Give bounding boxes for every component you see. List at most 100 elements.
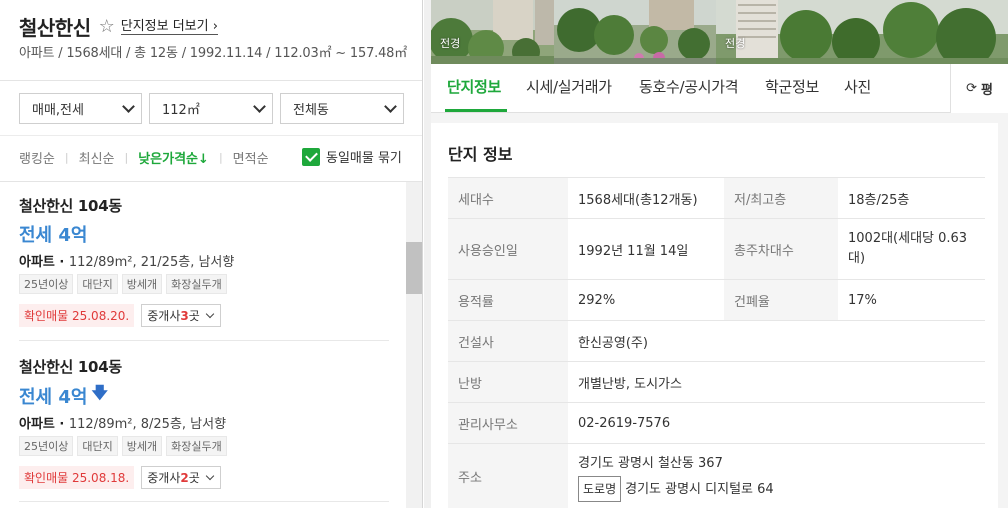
complex-summary: 아파트 / 1568세대 / 총 12동 / 1992.11.14 / 112.… [19, 46, 408, 61]
tag: 대단지 [77, 274, 118, 294]
photo-strip: 전경 전경 [431, 0, 1008, 64]
building-value: 전체동 [293, 103, 329, 118]
info-key: 주소 [448, 443, 568, 508]
apartment-photo-image [716, 0, 1008, 64]
chevron-down-icon [122, 99, 135, 113]
bundle-toggle[interactable]: 동일매물 묶기 [302, 147, 402, 166]
complex-info-table: 세대수 1568세대(총12개동) 저/최고층 18층/25층 사용승인일 19… [448, 177, 985, 508]
listing-spec: 아파트 · 112/89m², 8/25층, 남서향 [19, 413, 389, 432]
bundle-label: 동일매물 묶기 [326, 151, 402, 166]
list-item[interactable]: 철산한신 104동 전세 4억 🡇 아파트 · 112/89m², 8/25층, … [19, 356, 389, 489]
listing-panel: 철산한신 ☆ 단지정보 더보기 › 아파트 / 1568세대 / 총 12동 /… [0, 0, 423, 508]
road-address: 경기도 광명시 디지털로 64 [625, 481, 774, 497]
sort-low-price[interactable]: 낮은가격순↓ [138, 148, 209, 167]
info-key: 세대수 [448, 177, 568, 219]
trade-type-select[interactable]: 매매,전세 [19, 93, 142, 124]
divider [19, 340, 389, 341]
table-row: 건설사 한신공영(주) [448, 320, 985, 362]
filter-bar: 매매,전세 112㎡ 전체동 [19, 93, 404, 124]
scrollbar-track[interactable] [406, 182, 422, 508]
listing-price: 전세 4억 🡇 [19, 382, 389, 409]
panel-gap [424, 0, 431, 508]
favorite-star-icon[interactable]: ☆ [99, 16, 115, 37]
tab-photos[interactable]: 사진 [844, 76, 871, 97]
listing-tags: 25년이상 대단지 방세개 화장실두개 [19, 274, 389, 294]
confirm-badge: 확인매물 25.08.18. [19, 466, 135, 489]
complex-name: 철산한신 [19, 16, 91, 40]
tab-price[interactable]: 시세/실거래가 [526, 76, 612, 97]
agent-count: 3 [180, 308, 189, 323]
table-row: 주소 경기도 광명시 철산동 367 도로명 경기도 광명시 디지털로 64 [448, 443, 985, 508]
separator: | [124, 151, 129, 164]
divider [0, 135, 422, 136]
divider [0, 80, 422, 81]
photo-thumbnail[interactable]: 전경 [716, 0, 1008, 64]
photo-label: 전경 [725, 37, 746, 50]
divider [19, 501, 389, 502]
confirm-row: 확인매물 25.08.18. 중개사 2곳 [19, 466, 389, 489]
agent-unit: 곳 [188, 471, 200, 485]
dot: · [54, 255, 69, 270]
info-value: 1002대(세대당 0.63대) [838, 218, 985, 280]
trade-type-value: 매매,전세 [32, 103, 84, 118]
tab-school[interactable]: 학군정보 [765, 76, 819, 97]
agent-label: 중개사 [147, 471, 181, 485]
complex-detail-panel: 전경 전경 단지정보 시세/실거래가 동호수/공시가격 학군정보 사진 ⟳ 평 … [431, 0, 1008, 508]
apartment-photo-image [554, 0, 716, 64]
listing-name: 철산한신 104동 [19, 358, 122, 376]
listing-spec: 아파트 · 112/89m², 21/25층, 남서향 [19, 251, 389, 270]
agent-dropdown[interactable]: 중개사 3곳 [141, 304, 221, 327]
info-key: 건설사 [448, 320, 568, 362]
building-select[interactable]: 전체동 [280, 93, 404, 124]
info-value: 한신공영(주) [568, 320, 985, 362]
scrollbar-thumb[interactable] [406, 242, 422, 294]
tag: 대단지 [77, 436, 118, 456]
table-row: 난방 개별난방, 도시가스 [448, 361, 985, 403]
address-cell: 경기도 광명시 철산동 367 도로명 경기도 광명시 디지털로 64 [568, 443, 985, 508]
chevron-down-icon [205, 471, 215, 480]
sort-ranking[interactable]: 랭킹순 [19, 148, 55, 167]
complex-header: 철산한신 ☆ 단지정보 더보기 › [19, 12, 218, 41]
active-tab-indicator [445, 109, 507, 112]
sort-options: 랭킹순 | 최신순 | 낮은가격순↓ | 면적순 [19, 148, 269, 167]
agent-unit: 곳 [188, 309, 200, 323]
complex-info-card: 단지 정보 세대수 1568세대(총12개동) 저/최고층 18층/25층 사용… [431, 123, 998, 508]
confirm-row: 확인매물 25.08.20. 중개사 3곳 [19, 304, 389, 327]
table-row: 용적률 292% 건폐율 17% [448, 279, 985, 321]
separator: | [64, 151, 69, 164]
info-key: 난방 [448, 361, 568, 403]
arrow-down-icon: ↓ [198, 152, 209, 167]
road-address-line: 도로명 경기도 광명시 디지털로 64 [578, 475, 975, 502]
separator: | [218, 151, 223, 164]
tab-complex-info[interactable]: 단지정보 [447, 76, 501, 97]
dot: · [54, 417, 69, 432]
chevron-right-icon: › [212, 18, 218, 34]
agent-count: 2 [180, 470, 189, 485]
info-key: 저/최고층 [724, 177, 838, 219]
complex-detail-link[interactable]: 단지정보 더보기 › [120, 18, 218, 35]
agent-label: 중개사 [147, 309, 181, 323]
sort-latest[interactable]: 최신순 [79, 148, 115, 167]
unit-toggle-button[interactable]: ⟳ 평 [950, 64, 1008, 113]
info-value: 1568세대(총12개동) [568, 177, 724, 219]
tab-unit-price[interactable]: 동호수/공시가격 [639, 76, 739, 97]
info-value: 292% [568, 279, 724, 321]
listing-name: 철산한신 104동 [19, 197, 122, 215]
apartment-photo-image [431, 0, 554, 64]
bundle-checkbox[interactable] [302, 147, 320, 166]
complex-detail-link-label: 단지정보 더보기 [120, 18, 209, 34]
photo-label: 전경 [440, 37, 461, 50]
chevron-down-icon [384, 99, 397, 113]
area-select[interactable]: 112㎡ [149, 93, 273, 124]
list-item[interactable]: 철산한신 104동 전세 4억 아파트 · 112/89m², 21/25층, … [19, 195, 389, 327]
card-title: 단지 정보 [448, 145, 513, 164]
photo-thumbnail[interactable] [554, 0, 716, 64]
sort-area[interactable]: 면적순 [233, 148, 269, 167]
table-row: 사용승인일 1992년 11월 14일 총주차대수 1002대(세대당 0.63… [448, 218, 985, 280]
photo-thumbnail[interactable]: 전경 [431, 0, 554, 64]
agent-dropdown[interactable]: 중개사 2곳 [141, 466, 221, 489]
info-key: 관리사무소 [448, 402, 568, 444]
info-value: 1992년 11월 14일 [568, 218, 724, 280]
sort-low-price-label: 낮은가격순 [138, 152, 199, 167]
lot-address: 경기도 광명시 철산동 367 [578, 455, 723, 471]
